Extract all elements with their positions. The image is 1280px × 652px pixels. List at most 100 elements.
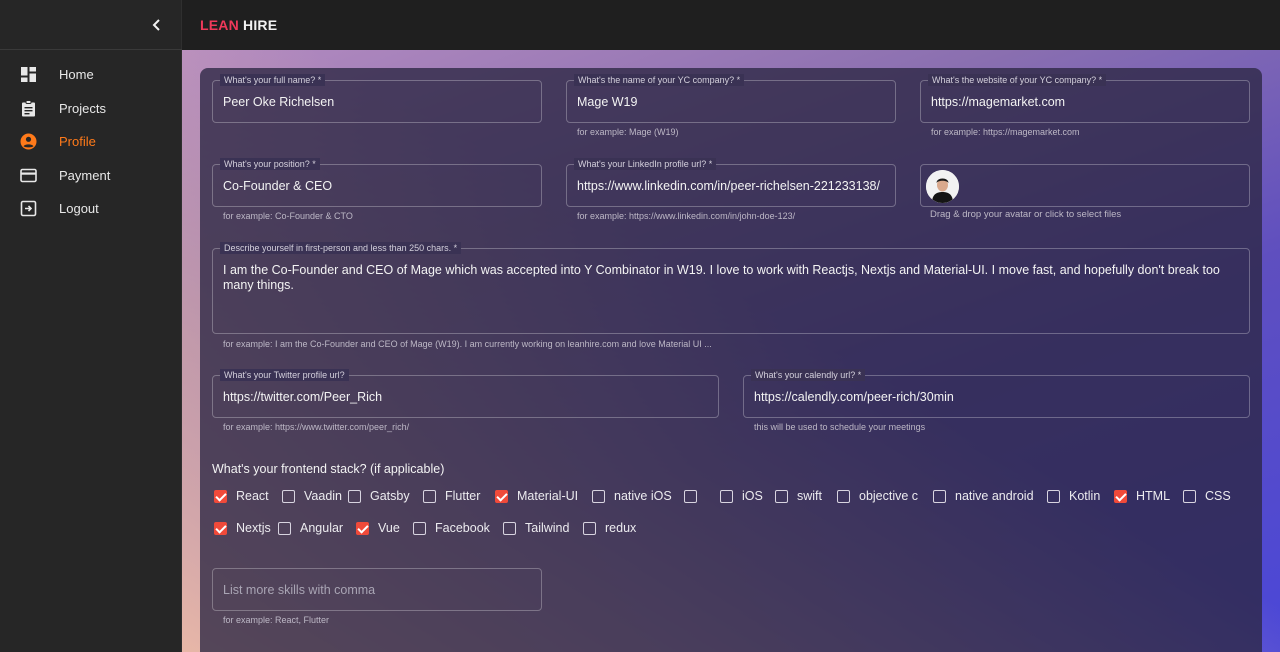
checkbox-material-ui[interactable]: Material-UI <box>495 486 578 506</box>
company-name-helper: for example: Mage (W19) <box>577 127 679 137</box>
avatar-helper: Drag & drop your avatar or click to sele… <box>930 209 1122 220</box>
checkbox-vaadin[interactable]: Vaadin <box>282 486 342 506</box>
company-website-value: https://magemarket.com <box>931 95 1066 109</box>
brand-text-lean: LEAN <box>200 17 239 33</box>
position-label: What's your position? * <box>220 158 320 170</box>
sidebar-item-payment[interactable]: Payment <box>0 159 182 193</box>
sidebar-item-home[interactable]: Home <box>0 58 182 92</box>
checkbox-label: native iOS <box>614 489 672 503</box>
company-name-field[interactable]: What's the name of your YC company? * Ma… <box>566 74 896 123</box>
checkbox-native-ios[interactable]: native iOS <box>592 486 672 506</box>
position-value: Co-Founder & CEO <box>223 179 333 193</box>
sidebar-item-projects[interactable]: Projects <box>0 92 182 126</box>
profile-form-card: What's your full name? * Peer Oke Richel… <box>200 68 1262 652</box>
checkbox-unchecked-icon[interactable] <box>348 489 361 503</box>
checkbox-unchecked-icon[interactable] <box>282 489 295 503</box>
calendly-url-field[interactable]: What's your calendly url? * https://cale… <box>743 369 1250 418</box>
checkbox-angular[interactable]: Angular <box>278 518 343 538</box>
checkbox-label: Vue <box>378 521 400 535</box>
checkbox-label: Angular <box>300 521 344 535</box>
avatar-dropzone[interactable] <box>920 164 1250 207</box>
checkbox-tailwind[interactable]: Tailwind <box>503 518 569 538</box>
bio-textarea[interactable]: Describe yourself in first-person and le… <box>212 242 1250 334</box>
checkbox-checked-icon[interactable] <box>356 521 369 535</box>
checkbox-facebook[interactable]: Facebook <box>413 518 490 538</box>
checkbox-unchecked-icon[interactable] <box>933 489 946 503</box>
checkbox-unchecked-icon[interactable] <box>583 521 596 535</box>
checkbox-label: Vaadin <box>304 489 342 503</box>
checkbox-unchecked-icon[interactable] <box>1047 489 1060 503</box>
sidebar-nav: Home Projects Profile Payment Logout <box>0 58 182 226</box>
checkbox-css[interactable]: CSS <box>1183 486 1231 506</box>
account-circle-icon <box>20 133 37 150</box>
bio-label: Describe yourself in first-person and le… <box>220 242 462 254</box>
checkbox-unchecked-icon[interactable] <box>592 489 605 503</box>
linkedin-url-value: https://www.linkedin.com/in/peer-richels… <box>577 179 880 193</box>
dashboard-icon <box>21 67 36 82</box>
more-skills-placeholder: List more skills with comma <box>223 583 376 597</box>
more-skills-input[interactable]: List more skills with comma <box>212 568 542 611</box>
checkbox-unchecked-icon[interactable] <box>837 489 850 503</box>
sidebar-collapse-button[interactable] <box>0 0 182 50</box>
checkbox-native-android[interactable]: native android <box>933 486 1034 506</box>
company-name-label: What's the name of your YC company? * <box>574 74 745 86</box>
twitter-url-helper: for example: https://www.twitter.com/pee… <box>223 422 410 432</box>
checkbox-checked-icon[interactable] <box>1114 489 1127 503</box>
checkbox-html[interactable]: HTML <box>1114 486 1170 506</box>
sidebar-item-logout[interactable]: Logout <box>0 192 182 226</box>
checkbox-kotlin[interactable]: Kotlin <box>1047 486 1100 506</box>
sidebar-item-label: Home <box>59 67 94 82</box>
checkbox-unchecked-icon[interactable] <box>503 521 516 535</box>
checkbox-unchecked-icon[interactable] <box>413 521 426 535</box>
company-website-label: What's the website of your YC company? * <box>928 74 1107 86</box>
checkbox-nextjs[interactable]: Nextjs <box>214 518 271 538</box>
bio-value: I am the Co-Founder and CEO of Mage whic… <box>223 263 1220 292</box>
chevron-left-icon[interactable] <box>150 16 164 34</box>
position-field[interactable]: What's your position? * Co-Founder & CEO <box>212 158 542 207</box>
checkbox-react[interactable]: React <box>214 486 269 506</box>
full-name-field[interactable]: What's your full name? * Peer Oke Richel… <box>212 74 542 123</box>
checkbox-checked-icon[interactable] <box>495 489 508 503</box>
company-name-value: Mage W19 <box>577 95 638 109</box>
checkbox-vue[interactable]: Vue <box>356 518 400 538</box>
checkbox-flutter[interactable]: Flutter <box>423 486 480 506</box>
checkbox-ios[interactable]: iOS <box>720 486 763 506</box>
checkbox-unchecked-icon[interactable] <box>684 489 697 503</box>
twitter-url-field[interactable]: What's your Twitter profile url? https:/… <box>212 369 719 418</box>
checkbox-label: Facebook <box>435 521 490 535</box>
checkbox-objective-c[interactable]: objective c <box>837 486 918 506</box>
more-skills-helper: for example: React, Flutter <box>223 615 330 625</box>
main-content: What's your full name? * Peer Oke Richel… <box>182 50 1280 652</box>
checkbox-label: objective c <box>859 489 919 503</box>
checkbox-unchecked-icon[interactable] <box>1183 489 1196 503</box>
checkbox-label: iOS <box>742 489 763 503</box>
checkbox-unchecked-icon[interactable] <box>423 489 436 503</box>
checkbox-checked-icon[interactable] <box>214 521 227 535</box>
brand-logo[interactable]: LEAN HIRE <box>200 17 277 33</box>
company-website-field[interactable]: What's the website of your YC company? *… <box>920 74 1250 123</box>
checkbox-label: native android <box>955 489 1034 503</box>
checkbox-label: Gatsby <box>370 489 410 503</box>
avatar-photo-icon <box>926 170 959 203</box>
checkbox-unchecked-icon[interactable] <box>775 489 788 503</box>
checkbox-label: CSS <box>1205 489 1231 503</box>
position-helper: for example: Co-Founder & CTO <box>223 211 353 221</box>
checkbox-gatsby[interactable]: Gatsby <box>348 486 410 506</box>
checkbox-unlabeled[interactable] <box>684 486 697 506</box>
checkbox-unchecked-icon[interactable] <box>720 489 733 503</box>
sidebar-item-profile[interactable]: Profile <box>0 125 182 159</box>
avatar <box>926 170 959 203</box>
brand-text-hire: HIRE <box>243 17 278 33</box>
checkbox-redux[interactable]: redux <box>583 518 636 538</box>
linkedin-url-field[interactable]: What's your LinkedIn profile url? * http… <box>566 158 896 207</box>
clipboard-icon <box>22 99 35 116</box>
calendly-url-label: What's your calendly url? * <box>751 369 866 381</box>
checkbox-swift[interactable]: swift <box>775 486 822 506</box>
top-app-bar: LEAN HIRE <box>182 0 1280 50</box>
credit-card-icon <box>20 168 37 182</box>
checkbox-checked-icon[interactable] <box>214 489 227 503</box>
checkbox-label: Flutter <box>445 489 481 503</box>
twitter-url-label: What's your Twitter profile url? <box>220 369 349 381</box>
checkbox-label: React <box>236 489 269 503</box>
checkbox-unchecked-icon[interactable] <box>278 521 291 535</box>
